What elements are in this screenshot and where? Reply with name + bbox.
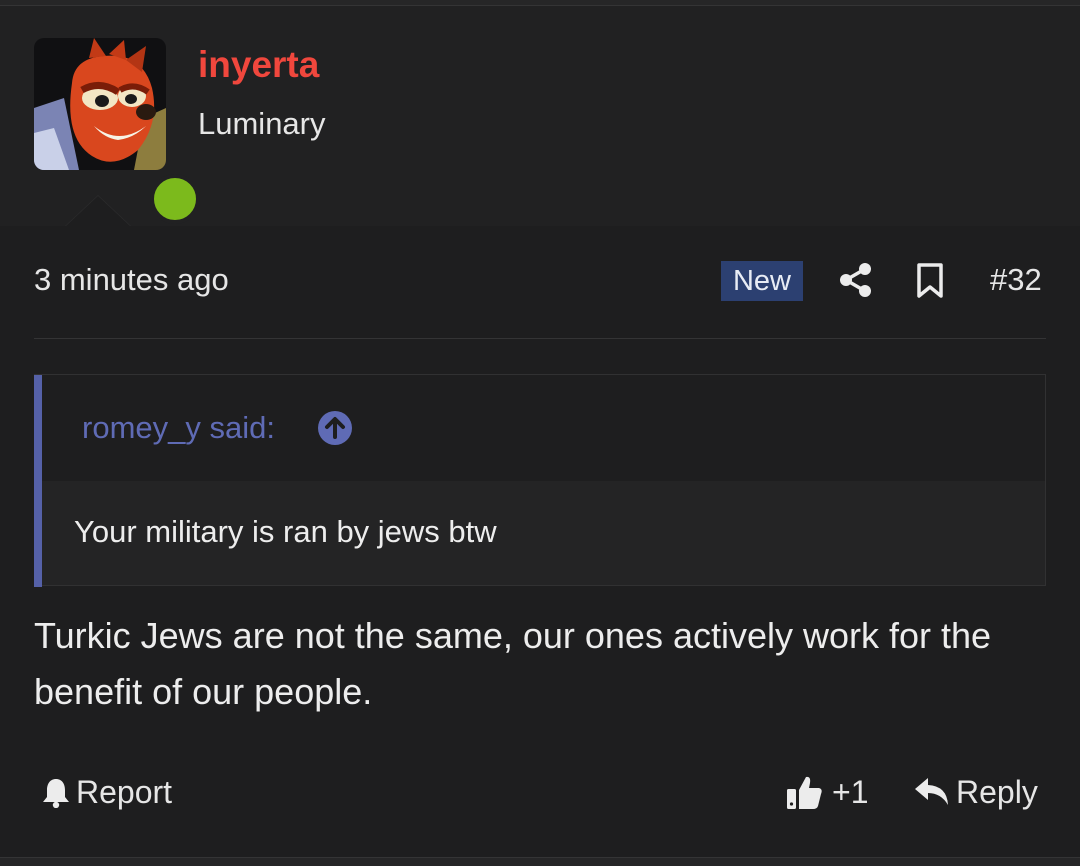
arrow-up-circle-icon[interactable] <box>318 411 352 445</box>
quote-text: Your military is ran by jews btw <box>74 514 497 549</box>
quote-header: romey_y said: <box>42 375 1045 481</box>
header-pointer <box>66 196 130 226</box>
bell-icon <box>43 779 69 808</box>
quote-accent-bar <box>34 375 42 587</box>
like-count: +1 <box>832 773 869 810</box>
post-header-divider <box>34 338 1046 339</box>
report-label: Report <box>76 773 173 810</box>
reply-button[interactable]: Reply <box>914 770 1038 814</box>
online-status-indicator <box>150 174 200 224</box>
like-button[interactable]: +1 <box>786 770 868 814</box>
user-title: Luminary <box>198 106 326 141</box>
username-link[interactable]: inyerta <box>198 44 319 86</box>
post-timestamp[interactable]: 3 minutes ago <box>34 262 229 298</box>
bookmark-icon[interactable] <box>914 262 946 300</box>
post-number-link[interactable]: #32 <box>990 262 1042 298</box>
report-button[interactable]: Report <box>40 770 172 814</box>
avatar-image <box>34 38 166 170</box>
quote-author-link[interactable]: romey_y said: <box>82 410 275 446</box>
share-icon[interactable] <box>838 262 874 298</box>
reply-label: Reply <box>956 773 1038 810</box>
quote-block: romey_y said: Your military is ran by je… <box>34 374 1046 587</box>
quote-content: Your military is ran by jews btw <box>42 481 1045 585</box>
post-message: Turkic Jews are not the same, our ones a… <box>34 615 992 712</box>
reply-icon <box>915 778 948 805</box>
thumbs-up-icon <box>787 776 822 809</box>
avatar[interactable] <box>34 38 200 224</box>
new-badge: New <box>721 261 803 301</box>
